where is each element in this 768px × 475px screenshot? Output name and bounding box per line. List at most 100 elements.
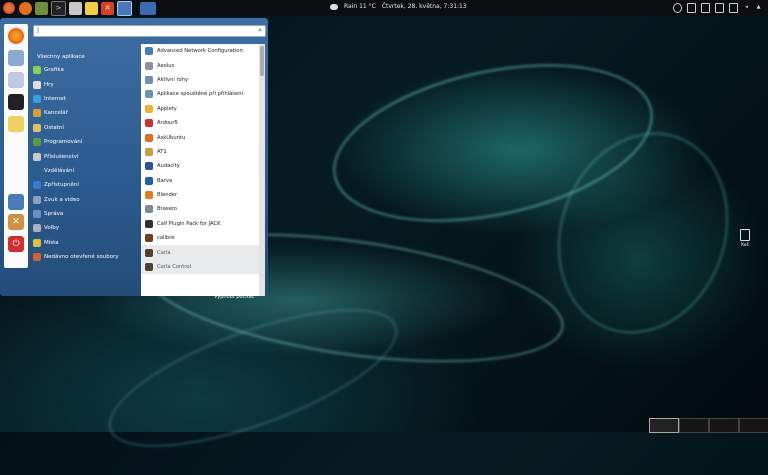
keyboard-icon[interactable] — [687, 3, 696, 13]
category-item[interactable]: Volby — [33, 221, 139, 235]
app-icon — [145, 90, 153, 99]
workspace-3[interactable] — [709, 418, 739, 433]
app-label: AT1 — [157, 148, 167, 155]
category-item[interactable]: Programování — [33, 135, 139, 149]
app-list-scrollbar[interactable] — [259, 44, 265, 296]
terminal-launcher[interactable]: > — [51, 0, 66, 16]
clipboard-icon[interactable] — [715, 3, 724, 13]
category-label: Místa — [44, 239, 59, 246]
category-item[interactable]: Grafika — [33, 63, 139, 77]
app-item[interactable]: Blender — [141, 188, 259, 202]
sound-icon[interactable] — [8, 72, 24, 88]
scrollbar-thumb[interactable] — [260, 46, 264, 76]
volume-icon[interactable]: ◂ — [743, 3, 750, 11]
firefox-launcher[interactable] — [19, 1, 32, 15]
app-icon — [145, 75, 153, 84]
category-label: Internet — [44, 95, 66, 102]
app-item[interactable]: Brasero — [141, 202, 259, 216]
category-icon — [33, 66, 41, 75]
app-icon — [145, 205, 153, 214]
shutdown-label[interactable]: Vypnout počítač — [214, 294, 255, 300]
weather-label: Rain 11 °C — [344, 3, 376, 10]
category-item[interactable]: Nedávno otevřené soubory — [33, 250, 139, 264]
app-item[interactable]: Aktivní rohy — [141, 73, 259, 87]
category-icon — [33, 195, 41, 204]
category-label: Kancelář — [44, 110, 68, 117]
search-input[interactable]: | ⌕ — [33, 25, 266, 37]
lock-screen-icon[interactable] — [8, 194, 24, 210]
workspace-1[interactable] — [649, 418, 679, 433]
settings-icon[interactable] — [8, 50, 24, 66]
category-item[interactable]: Místa — [33, 236, 139, 250]
category-list: Grafika Hry Internet Kancelář Ostatní Program… — [33, 63, 139, 264]
power-icon[interactable]: ⏻ — [8, 236, 24, 252]
category-icon — [33, 80, 41, 89]
weather-cloud-icon — [330, 3, 338, 10]
app-label: calibre — [157, 235, 175, 242]
battery-icon[interactable] — [729, 3, 738, 13]
app-label: AskUbuntu — [157, 134, 186, 141]
category-item[interactable]: Zvuk a video — [33, 193, 139, 207]
app-label: Advanced Network Configuration — [157, 48, 243, 55]
app-item[interactable]: Advanced Network Configuration — [141, 44, 259, 58]
app-icon — [145, 119, 153, 128]
terminal-icon[interactable] — [8, 94, 24, 110]
app-icon — [145, 263, 153, 272]
trash-desktop-icon[interactable]: Koš — [738, 229, 752, 248]
user-name: Kenex — [237, 287, 257, 293]
files-launcher[interactable] — [35, 1, 48, 15]
category-item[interactable]: Ostatní — [33, 121, 139, 135]
camera-icon[interactable] — [673, 3, 682, 13]
app-item[interactable]: Applety — [141, 102, 259, 116]
app-item[interactable]: Audacity — [141, 159, 259, 173]
settings-launcher[interactable] — [117, 0, 132, 16]
app-label: Barva — [157, 177, 173, 184]
app-item[interactable]: Ardour5 — [141, 116, 259, 130]
workspace-4[interactable] — [739, 418, 768, 433]
category-label: Grafika — [44, 67, 64, 74]
app-item[interactable]: Aeolus — [141, 58, 259, 72]
all-apps-category[interactable]: Všechny aplikace — [37, 54, 85, 60]
notes-launcher[interactable] — [85, 1, 98, 15]
app-menu-button[interactable] — [2, 1, 16, 15]
category-item[interactable]: Internet — [33, 92, 139, 106]
firefox-icon[interactable] — [8, 28, 24, 44]
app-item[interactable]: Aplikace spouštěné při přihlášení — [141, 87, 259, 101]
logout-icon[interactable]: ✕ — [8, 214, 24, 230]
app-label: Carla Control — [157, 264, 191, 271]
workspace-2[interactable] — [679, 418, 709, 433]
clock-area[interactable]: Rain 11 °C Čtvrtek, 28. května, 7:31:13 — [330, 3, 467, 10]
category-icon — [33, 238, 41, 247]
app-item[interactable]: Carla — [141, 245, 259, 260]
category-item[interactable]: Kancelář — [33, 106, 139, 120]
document-launcher[interactable] — [69, 1, 82, 15]
media-launcher[interactable]: ✕ — [101, 1, 114, 15]
category-label: Volby — [44, 225, 59, 232]
app-icon — [145, 162, 153, 171]
window-button[interactable] — [140, 1, 156, 15]
category-item[interactable]: Zpřístupnění — [33, 178, 139, 192]
category-item[interactable]: Příslušenství — [33, 149, 139, 163]
app-item[interactable]: Carla Control — [141, 259, 259, 275]
app-item[interactable]: Calf Plugin Pack for JACK — [141, 217, 259, 231]
app-label: Calf Plugin Pack for JACK — [157, 220, 221, 227]
app-item[interactable]: AskUbuntu — [141, 130, 259, 144]
folder-icon[interactable] — [8, 116, 24, 132]
category-icon — [33, 152, 41, 161]
app-icon — [145, 133, 153, 142]
category-item[interactable]: Správa — [33, 207, 139, 221]
category-label: Ostatní — [44, 124, 64, 131]
category-item[interactable]: Vzdělávání — [33, 164, 139, 178]
network-icon[interactable]: ▲ — [755, 3, 762, 11]
trash-label: Koš — [741, 243, 749, 248]
app-item[interactable]: Barva — [141, 174, 259, 188]
category-icon — [33, 210, 41, 219]
notification-icon[interactable] — [701, 3, 710, 13]
app-item[interactable]: calibre — [141, 231, 259, 245]
app-label: Brasero — [157, 206, 177, 213]
search-icon: ⌕ — [258, 26, 262, 34]
top-panel: > ✕ Rain 11 °C Čtvrtek, 28. května, 7:31… — [0, 0, 768, 16]
category-icon — [33, 138, 41, 147]
category-item[interactable]: Hry — [33, 77, 139, 91]
app-item[interactable]: AT1 — [141, 145, 259, 159]
